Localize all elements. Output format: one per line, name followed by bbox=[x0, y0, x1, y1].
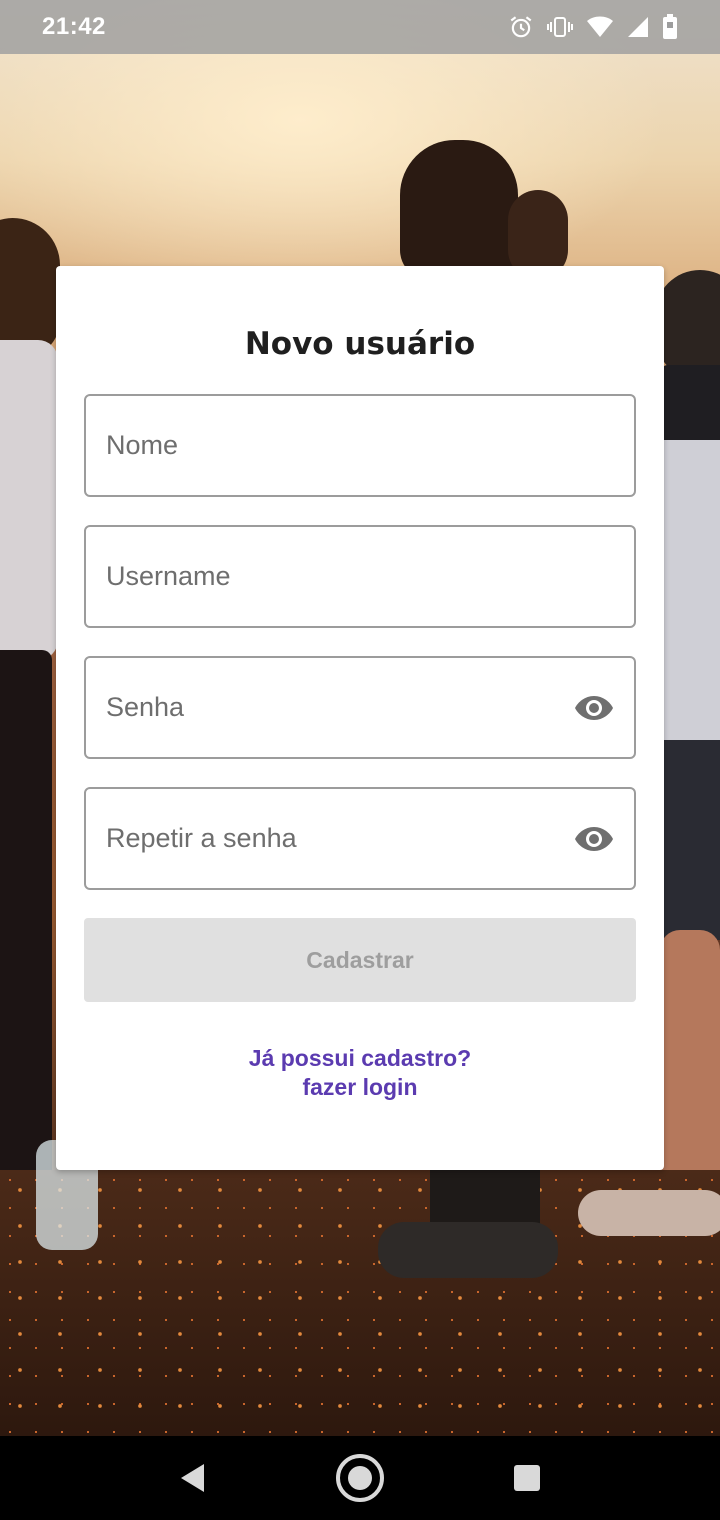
recents-icon[interactable] bbox=[497, 1448, 557, 1508]
name-field[interactable] bbox=[84, 394, 636, 497]
login-link-text[interactable]: fazer login bbox=[0, 1073, 720, 1102]
shoe bbox=[378, 1222, 558, 1278]
name-input[interactable] bbox=[106, 396, 546, 495]
vibrate-icon bbox=[546, 14, 574, 40]
battery-icon bbox=[662, 14, 678, 40]
wifi-icon bbox=[586, 15, 614, 39]
register-button[interactable]: Cadastrar bbox=[84, 918, 636, 1002]
person-silhouette bbox=[655, 270, 720, 380]
password-input[interactable] bbox=[106, 658, 546, 757]
status-time: 21:42 bbox=[42, 13, 106, 40]
shoe bbox=[578, 1190, 720, 1236]
repeat-password-input[interactable] bbox=[106, 789, 546, 888]
username-input[interactable] bbox=[106, 527, 546, 626]
password-field[interactable] bbox=[84, 656, 636, 759]
home-icon[interactable] bbox=[330, 1448, 390, 1508]
eye-icon[interactable] bbox=[574, 692, 614, 724]
login-link[interactable]: Já possui cadastro? fazer login bbox=[0, 1044, 720, 1102]
person-silhouette bbox=[0, 650, 52, 1210]
page-title: Novo usuário bbox=[244, 326, 476, 362]
back-icon[interactable] bbox=[163, 1448, 223, 1508]
username-field[interactable] bbox=[84, 525, 636, 628]
status-bar: 21:42 bbox=[0, 0, 720, 54]
navigation-bar bbox=[0, 1436, 720, 1520]
login-prompt: Já possui cadastro? bbox=[248, 1045, 472, 1071]
person-silhouette bbox=[0, 340, 58, 660]
alarm-icon bbox=[508, 14, 534, 40]
repeat-password-field[interactable] bbox=[84, 787, 636, 890]
person-silhouette bbox=[662, 740, 720, 940]
eye-icon[interactable] bbox=[574, 823, 614, 855]
person-silhouette bbox=[662, 440, 720, 760]
person-silhouette bbox=[400, 140, 518, 280]
signal-icon bbox=[626, 15, 650, 39]
status-icons bbox=[508, 14, 678, 40]
